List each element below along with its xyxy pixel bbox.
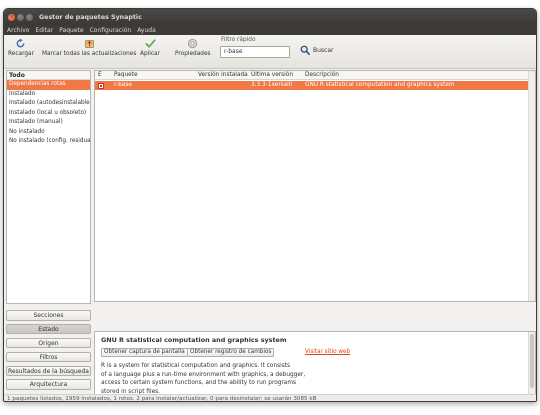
window-title: Gestor de paquetes Synaptic (39, 13, 142, 21)
status-button[interactable]: Estado (6, 323, 91, 335)
visit-website-link[interactable]: Visitar sitio web (305, 349, 350, 355)
quick-filter-label: Filtro rápido (221, 37, 256, 43)
synaptic-window: × Gestor de paquetes Synaptic Archivo Ed… (3, 8, 537, 402)
details-scroll-thumb[interactable] (530, 334, 534, 388)
menu-editar[interactable]: Editar (35, 27, 53, 34)
filter-item-manual[interactable]: Instalado (manual) (7, 118, 90, 128)
menu-bar: Archivo Editar Paquete Configuración Ayu… (4, 25, 536, 35)
properties-button[interactable]: Propiedades (175, 38, 211, 57)
filter-item-not-installed[interactable]: No instalado (7, 128, 90, 138)
filter-item-broken[interactable]: Dependencias rotas (7, 80, 90, 90)
custom-filters-button[interactable]: Filtros (6, 351, 91, 363)
apply-label: Aplicar (140, 51, 160, 57)
properties-icon (188, 38, 198, 49)
checkmark-icon (144, 39, 156, 49)
menu-ayuda[interactable]: Ayuda (137, 27, 156, 34)
reload-button[interactable]: Recargar (8, 38, 34, 57)
filter-list-header[interactable]: Todo (7, 71, 90, 80)
apply-button[interactable]: Aplicar (140, 38, 160, 57)
package-details: GNU R statistical computation and graphi… (94, 331, 536, 395)
details-scrollbar[interactable] (528, 332, 535, 394)
menu-paquete[interactable]: Paquete (59, 27, 83, 34)
column-description[interactable]: Descripción (305, 71, 339, 80)
quick-filter-input[interactable]: r-base (220, 46, 290, 58)
table-row[interactable]: r-base 3.3.3-1xenial0 GNU R statistical … (95, 81, 535, 90)
package-table: E Paquete Versión instalada Última versi… (94, 70, 536, 302)
description-line: R is a system for statistical computatio… (101, 363, 291, 369)
column-package[interactable]: Paquete (114, 71, 138, 80)
upgrade-icon (84, 39, 94, 48)
mark-all-upgrades-label: Marcar todas las actualizaciones (42, 51, 137, 57)
search-button[interactable]: Buscar (300, 45, 334, 55)
column-installed-version[interactable]: Versión instalada (198, 71, 248, 80)
get-changelog-button[interactable]: Obtener registro de cambios (187, 348, 275, 357)
sections-button[interactable]: Secciones (6, 310, 91, 321)
origin-button[interactable]: Origen (6, 337, 91, 349)
row-package-name: r-base (114, 82, 132, 88)
filter-category-buttons: Secciones Estado Origen Filtros Resultad… (6, 310, 91, 393)
description-line: access to certain system functions, and … (101, 380, 297, 387)
search-icon (300, 45, 310, 55)
description-line: of a language plus a run-time environmen… (101, 371, 306, 378)
title-bar: × Gestor de paquetes Synaptic (4, 9, 536, 25)
close-window-icon[interactable]: × (8, 13, 15, 21)
mark-all-upgrades-button[interactable]: Marcar todas las actualizaciones (42, 38, 136, 57)
filter-list: Todo Dependencias rotas Instalado Instal… (6, 70, 91, 304)
architecture-button[interactable]: Arquitectura (6, 379, 91, 390)
table-scrollbar[interactable] (528, 71, 535, 301)
status-bar: 1 paquetes listados, 1959 instalados, 1 … (4, 394, 536, 401)
reload-label: Recargar (8, 51, 34, 57)
filter-item-autoremovable[interactable]: Instalado (autodesinstalable) (7, 99, 90, 109)
filter-item-local-obsolete[interactable]: Instalado (local u obsoleto) (7, 109, 90, 119)
minimize-window-icon[interactable] (17, 13, 24, 21)
table-header: E Paquete Versión instalada Última versi… (95, 71, 535, 80)
details-title: GNU R statistical computation and graphi… (101, 336, 287, 344)
menu-configuracion[interactable]: Configuración (90, 27, 132, 34)
search-results-button[interactable]: Resultados de la búsqueda (6, 365, 91, 377)
filter-item-installed[interactable]: Instalado (7, 90, 90, 100)
search-label: Buscar (313, 46, 334, 54)
column-latest-version[interactable]: Última versión (251, 71, 293, 80)
filter-item-residual-config[interactable]: No instalado (config. residual) (7, 137, 90, 147)
reload-icon (17, 38, 25, 48)
get-screenshot-button[interactable]: Obtener captura de pantalla (101, 348, 188, 357)
properties-label: Propiedades (175, 51, 211, 57)
details-description: R is a system for statistical computatio… (101, 362, 401, 397)
row-latest-version: 3.3.3-1xenial0 (251, 82, 293, 88)
column-status[interactable]: E (98, 71, 102, 80)
broken-status-icon[interactable] (98, 83, 104, 89)
row-description: GNU R statistical computation and graphi… (305, 82, 455, 88)
toolbar: Recargar Marcar todas las actualizacione… (4, 35, 536, 69)
menu-archivo[interactable]: Archivo (7, 27, 29, 34)
maximize-window-icon[interactable] (26, 13, 33, 21)
